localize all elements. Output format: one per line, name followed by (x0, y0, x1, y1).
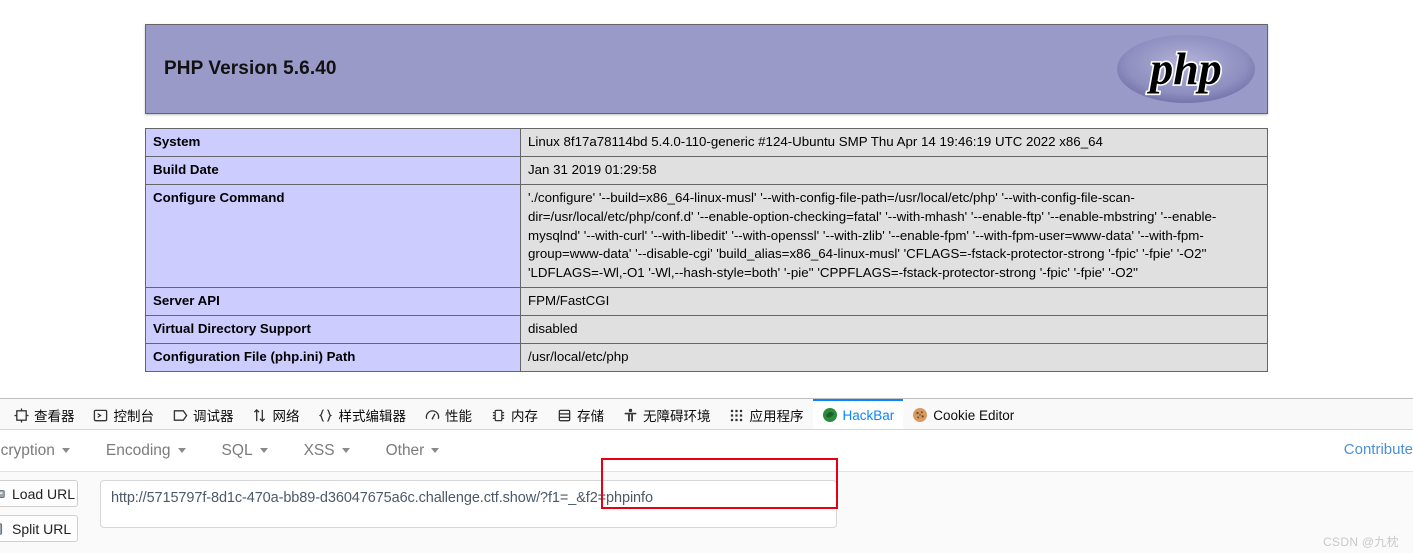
split-url-button[interactable]: Split URL (0, 515, 78, 542)
tab-label: 样式编辑器 (338, 409, 407, 424)
split-url-icon (0, 521, 7, 537)
menu-other[interactable]: Other (368, 442, 458, 460)
tab-label: 性能 (445, 409, 472, 424)
hackbar-icon (822, 407, 838, 423)
tab-label: HackBar (842, 407, 895, 423)
hackbar-body: Load URL Split URL http://5715797f-8d1c-… (0, 458, 1413, 550)
tab-label: 调试器 (193, 409, 234, 424)
table-cell-label: System (145, 128, 521, 157)
tab-storage[interactable]: 存储 (547, 399, 613, 429)
tab-label: 无障碍环境 (643, 409, 711, 424)
network-icon (252, 407, 268, 423)
cookie-icon (912, 407, 928, 423)
contribute-link[interactable]: Contribute (1344, 441, 1413, 458)
table-cell-value: disabled (520, 315, 1268, 344)
load-url-icon (0, 486, 7, 502)
menu-label: SQL (221, 441, 253, 459)
chevron-down-icon (259, 448, 268, 453)
inspector-icon (13, 407, 29, 423)
tab-debugger[interactable]: 调试器 (163, 399, 243, 429)
table-cell-value: FPM/FastCGI (520, 287, 1268, 316)
application-icon (729, 407, 745, 423)
table-cell-label: Server API (145, 287, 521, 316)
watermark: CSDN @九枕 (1323, 535, 1399, 549)
php-logo-icon: php (1114, 28, 1259, 110)
menu-encoding[interactable]: Encoding (88, 442, 204, 460)
phpinfo-table-body: System Linux 8f17a78114bd 5.4.0-110-gene… (145, 128, 1268, 372)
devtools-panel: 查看器 控制台 调试器 网络 样式编辑器 性能 内存 存储 无障碍环境 应用程序… (0, 398, 1413, 553)
php-version-header: PHP Version 5.6.40 php (145, 24, 1268, 114)
tab-hackbar[interactable]: HackBar (812, 399, 904, 429)
hackbar-url-area: http://5715797f-8d1c-470a-bb89-d36047675… (100, 458, 1413, 550)
menu-label: ncryption (0, 441, 55, 459)
console-icon (93, 407, 109, 423)
tab-label: 存储 (577, 409, 604, 424)
php-logo-svg: php (1117, 35, 1255, 103)
storage-icon (556, 407, 572, 423)
menu-encryption[interactable]: ncryption (0, 442, 88, 460)
svg-text:php: php (1146, 43, 1222, 94)
table-cell-value: Jan 31 2019 01:29:58 (520, 155, 1268, 185)
accessibility-icon (622, 407, 638, 423)
tab-label: Cookie Editor (933, 407, 1015, 423)
chevron-down-icon (61, 448, 70, 453)
debugger-icon (172, 407, 188, 423)
table-cell-value: Linux 8f17a78114bd 5.4.0-110-generic #12… (520, 128, 1268, 157)
chevron-down-icon (341, 448, 350, 453)
devtools-tabbar: 查看器 控制台 调试器 网络 样式编辑器 性能 内存 存储 无障碍环境 应用程序… (0, 399, 1413, 430)
hackbar-sidebar: Load URL Split URL (0, 480, 100, 550)
memory-icon (490, 407, 506, 423)
style-editor-icon (318, 407, 334, 423)
table-row: Server API FPM/FastCGI (145, 287, 1268, 316)
tab-console[interactable]: 控制台 (84, 399, 164, 429)
tab-label: 查看器 (34, 409, 75, 424)
table-row: Configure Command './configure' '--build… (145, 183, 1268, 289)
table-row: Virtual Directory Support disabled (145, 315, 1268, 344)
table-row: Configuration File (php.ini) Path /usr/l… (145, 342, 1268, 372)
tab-performance[interactable]: 性能 (415, 399, 481, 429)
button-label: Split URL (12, 520, 72, 537)
hackbar-menubar: ncryption Encoding SQL XSS Other Contrib… (0, 430, 1413, 472)
page-title: PHP Version 5.6.40 (164, 58, 337, 79)
tab-style-editor[interactable]: 样式编辑器 (309, 399, 416, 429)
phpinfo-content: PHP Version 5.6.40 php System Linux 8f17… (145, 0, 1268, 372)
tab-label: 内存 (511, 409, 538, 424)
menu-label: Other (385, 441, 425, 459)
tab-application[interactable]: 应用程序 (720, 399, 813, 429)
chevron-down-icon (431, 448, 440, 453)
url-input[interactable]: http://5715797f-8d1c-470a-bb89-d36047675… (100, 480, 837, 528)
menu-xss[interactable]: XSS (286, 442, 368, 460)
menu-sql[interactable]: SQL (204, 442, 286, 460)
menu-label: XSS (303, 441, 335, 459)
phpinfo-page: PHP Version 5.6.40 php System Linux 8f17… (0, 0, 1413, 398)
table-cell-label: Build Date (145, 155, 521, 185)
chevron-down-icon (177, 448, 186, 453)
button-label: Load URL (12, 485, 76, 502)
menu-label: Encoding (105, 441, 171, 459)
table-row: System Linux 8f17a78114bd 5.4.0-110-gene… (145, 128, 1268, 157)
table-cell-label: Configure Command (145, 183, 521, 289)
tab-inspector[interactable]: 查看器 (4, 399, 84, 429)
performance-icon (424, 407, 440, 423)
table-row: Build Date Jan 31 2019 01:29:58 (145, 155, 1268, 185)
load-url-button[interactable]: Load URL (0, 480, 78, 507)
tab-accessibility[interactable]: 无障碍环境 (613, 399, 720, 429)
table-cell-label: Virtual Directory Support (145, 315, 521, 344)
tab-label: 应用程序 (749, 409, 804, 424)
tab-network[interactable]: 网络 (243, 399, 309, 429)
tab-label: 控制台 (113, 409, 155, 424)
table-cell-value: './configure' '--build=x86_64-linux-musl… (520, 183, 1268, 289)
tab-label: 网络 (272, 409, 300, 424)
table-cell-label: Configuration File (php.ini) Path (145, 342, 521, 372)
tab-cookie-editor[interactable]: Cookie Editor (903, 399, 1023, 429)
phpinfo-table: System Linux 8f17a78114bd 5.4.0-110-gene… (145, 128, 1268, 372)
tab-memory[interactable]: 内存 (481, 399, 547, 429)
url-input-value: http://5715797f-8d1c-470a-bb89-d36047675… (111, 490, 653, 506)
table-cell-value: /usr/local/etc/php (520, 342, 1268, 372)
